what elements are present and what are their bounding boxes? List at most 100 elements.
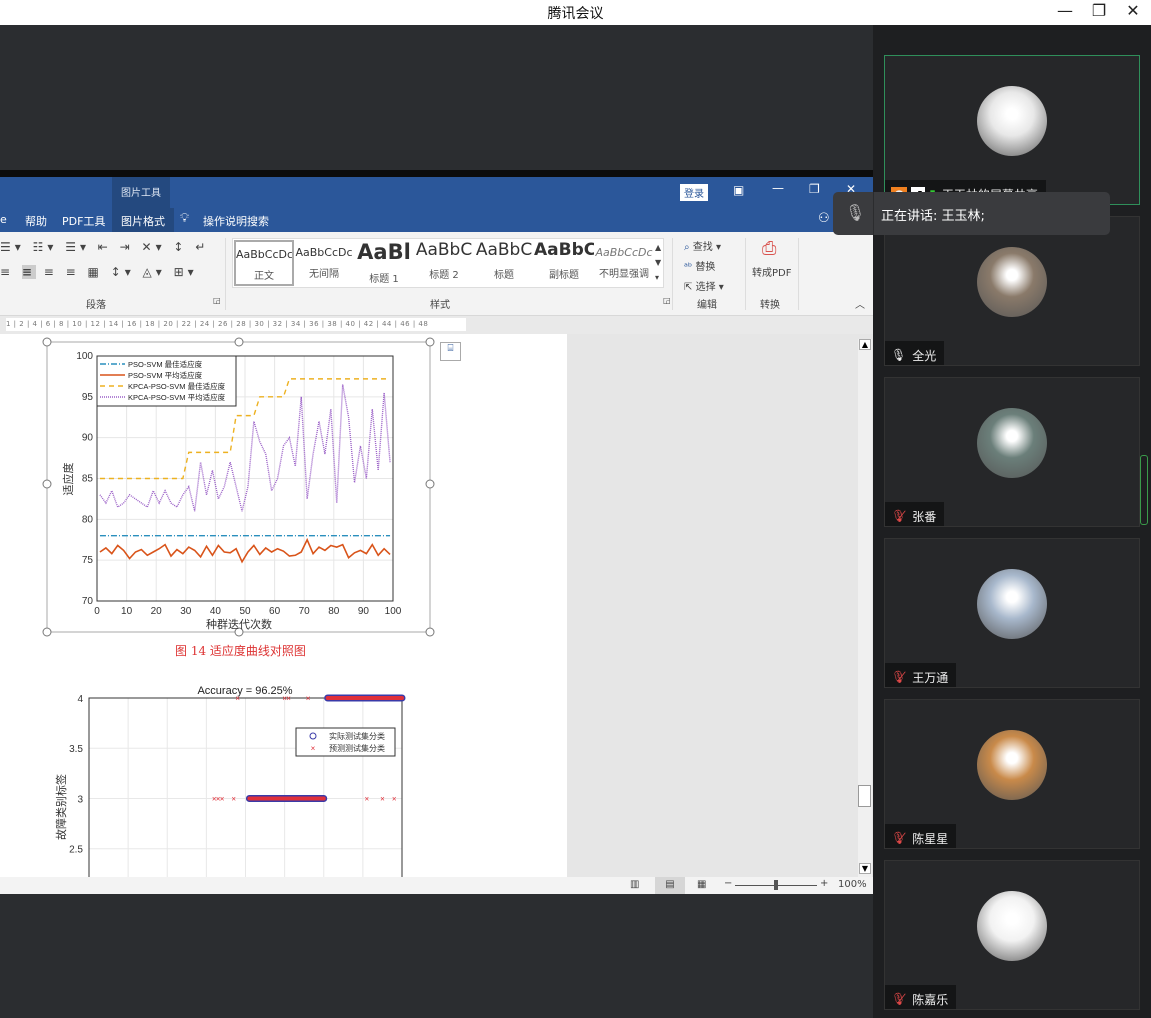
x-axis-label: 种群迭代次数 xyxy=(206,617,272,631)
style-preview: AaBl xyxy=(357,240,411,264)
list-buttons[interactable]: ☰▾ ☷▾ ☰▾ ⇤ ⇥ ✕▾ ↕ ↵ xyxy=(0,240,209,254)
participant-nametag: 🎙︎ 全光 xyxy=(885,341,945,365)
mic-muted-icon: 🎙︎̸ xyxy=(891,509,907,523)
legend-marker-x: × xyxy=(311,744,316,753)
x-tick-label: 20 xyxy=(151,606,163,617)
gallery-scroll[interactable]: ▲ ▼ ▾ xyxy=(655,240,661,285)
find-button[interactable]: ⌕ 查找 ▾ xyxy=(684,238,721,253)
search-icon: ⌕ xyxy=(684,242,690,253)
ribbon-display-button[interactable]: ▣ xyxy=(733,183,744,197)
convert-group-label: 转换 xyxy=(760,300,780,311)
x-tick-label: 0 xyxy=(94,606,100,617)
read-mode-icon[interactable]: ▥ xyxy=(630,879,639,890)
minimize-button[interactable]: — xyxy=(1052,1,1078,20)
style-5[interactable]: AaBbC 副标题 xyxy=(534,240,594,286)
avatar xyxy=(977,730,1047,800)
participant-tile[interactable]: 🎙︎̸ 张番 xyxy=(884,377,1140,527)
style-name: 不明显强调 xyxy=(599,269,649,280)
style-preview: AaBbCcDc xyxy=(236,248,292,261)
web-layout-icon[interactable]: ▦ xyxy=(697,879,706,890)
layout-options-icon[interactable]: ⌸ xyxy=(440,342,461,361)
participant-name: 王万通 xyxy=(912,670,949,685)
predicted-point-marker: × xyxy=(235,694,240,703)
legend-label: PSO-SVM 平均适应度 xyxy=(128,370,203,380)
participant-name: 陈嘉乐 xyxy=(912,992,949,1007)
scroll-thumb[interactable] xyxy=(858,785,871,807)
title-bar: 腾讯会议 — ❐ ✕ xyxy=(0,0,1151,25)
y-tick-label: 85 xyxy=(82,474,94,485)
style-4[interactable]: AaBbC 标题 xyxy=(474,240,534,286)
align-buttons[interactable]: ≡ ≡ ≡ ≡ ▦ ↕▾ ◬▾ ⊞▾ xyxy=(0,265,198,279)
participant-nametag: 🎙︎̸ 张番 xyxy=(885,502,945,526)
predicted-point-marker: × xyxy=(231,794,236,803)
style-name: 无间隔 xyxy=(309,269,339,280)
share-user-icon[interactable]: ⚇ xyxy=(818,211,830,226)
replace-label: 替换 xyxy=(695,262,716,273)
panel-scrollbar[interactable] xyxy=(1140,455,1148,525)
predicted-point-marker: × xyxy=(220,794,225,803)
predicted-point-marker: × xyxy=(364,794,369,803)
tab-picture-format[interactable]: 图片格式 xyxy=(112,208,174,232)
word-minimize-button[interactable]: — xyxy=(772,181,784,195)
mic-muted-icon: 🎙︎̸ xyxy=(891,992,907,1006)
pdf-icon: ⎙ xyxy=(762,238,777,259)
participant-tile[interactable]: 🎙︎̸ 陈星星 xyxy=(884,699,1140,849)
zoom-out-button[interactable]: − xyxy=(724,878,732,889)
shared-screen: 图片工具 登录 ▣ — ❐ ✕ e 帮助 PDF工具 图片格式 💡︎ 操作说明搜… xyxy=(0,25,873,1018)
participant-tile[interactable]: ● ↗ ▮王玉林的屏幕共享 xyxy=(884,55,1140,205)
styles-launcher[interactable]: ◲ xyxy=(663,296,671,305)
x-tick-label: 100 xyxy=(385,606,402,617)
edit-group-label: 编辑 xyxy=(697,300,717,311)
tab-partial[interactable]: e xyxy=(0,213,7,226)
zoom-slider-thumb[interactable] xyxy=(774,880,778,890)
context-group-label: 图片工具 xyxy=(121,188,161,199)
scroll-down-button[interactable]: ▼ xyxy=(859,863,871,874)
resize-handle xyxy=(234,337,244,347)
participant-nametag: 🎙︎̸ 陈星星 xyxy=(885,824,957,848)
collapse-ribbon-button[interactable]: ︿ xyxy=(855,296,865,311)
zoom-level[interactable]: 100% xyxy=(838,879,867,890)
to-pdf-button[interactable]: 转成PDF xyxy=(752,264,791,279)
style-2[interactable]: AaBl 标题 1 xyxy=(354,240,414,286)
predicted-point-marker: × xyxy=(380,794,385,803)
style-name: 标题 2 xyxy=(429,270,459,281)
print-layout-icon[interactable]: ▤ xyxy=(655,877,685,894)
participant-tile[interactable]: 🎙︎̸ 陈嘉乐 xyxy=(884,860,1140,1010)
restore-button[interactable]: ❐ xyxy=(1086,1,1112,20)
ruler-scale[interactable]: 1 | 2 | 4 | 6 | 8 | 10 | 12 | 14 | 16 | … xyxy=(6,318,466,331)
vertical-scrollbar[interactable]: ▲ ▼ xyxy=(858,339,872,877)
replace-button[interactable]: ᵃᵇ 替换 xyxy=(684,258,715,273)
x-tick-label: 80 xyxy=(328,606,340,617)
cursor-icon: ⇱ xyxy=(684,282,693,293)
login-button[interactable]: 登录 xyxy=(680,184,708,201)
microphone-icon: 🎙︎ xyxy=(845,203,866,222)
participant-nametag: 🎙︎̸ 王万通 xyxy=(885,663,957,687)
x-tick-label: 50 xyxy=(239,606,251,617)
style-3[interactable]: AaBbC 标题 2 xyxy=(414,240,474,286)
y-tick-label: 90 xyxy=(82,433,94,444)
avatar xyxy=(977,247,1047,317)
fitness-line-chart[interactable]: 0 10 20 30 40 50 60 70 80 90 100 70 75 80 85 90 95 100 PSO… xyxy=(0,334,567,654)
ribbon: ☰▾ ☷▾ ☰▾ ⇤ ⇥ ✕▾ ↕ ↵ ≡ ≡ ≡ ≡ ▦ ↕▾ ◬▾ ⊞▾ 段… xyxy=(0,232,873,316)
select-button[interactable]: ⇱ 选择 ▾ xyxy=(684,278,724,293)
style-0[interactable]: AaBbCcDc 正文 xyxy=(234,240,294,286)
scroll-up-button[interactable]: ▲ xyxy=(859,339,871,350)
style-1[interactable]: AaBbCcDc 无间隔 xyxy=(294,240,354,286)
tab-help[interactable]: 帮助 xyxy=(25,213,47,229)
word-window: 图片工具 登录 ▣ — ❐ ✕ e 帮助 PDF工具 图片格式 💡︎ 操作说明搜… xyxy=(0,177,873,894)
tell-me-search[interactable]: 操作说明搜索 xyxy=(203,213,269,229)
resize-handle xyxy=(42,337,52,347)
accuracy-scatter-chart[interactable]: 22.533.54Accuracy = 96.25%故障类别标签××××××××… xyxy=(0,657,567,877)
legend-label: 实际测试集分类 xyxy=(329,731,385,741)
participant-tile[interactable]: 🎙︎ 全光 xyxy=(884,216,1140,366)
tab-pdf-tools[interactable]: PDF工具 xyxy=(62,213,105,229)
app-title: 腾讯会议 xyxy=(547,6,604,22)
participant-tile[interactable]: 🎙︎̸ 王万通 xyxy=(884,538,1140,688)
zoom-in-button[interactable]: + xyxy=(820,878,828,889)
word-restore-button[interactable]: ❐ xyxy=(809,182,820,196)
paragraph-launcher[interactable]: ◲ xyxy=(213,296,221,305)
y-tick-label: 80 xyxy=(82,514,94,525)
close-button[interactable]: ✕ xyxy=(1120,1,1146,20)
style-6[interactable]: AaBbCcDc 不明显强调 xyxy=(594,240,654,286)
resize-handle xyxy=(425,479,435,489)
